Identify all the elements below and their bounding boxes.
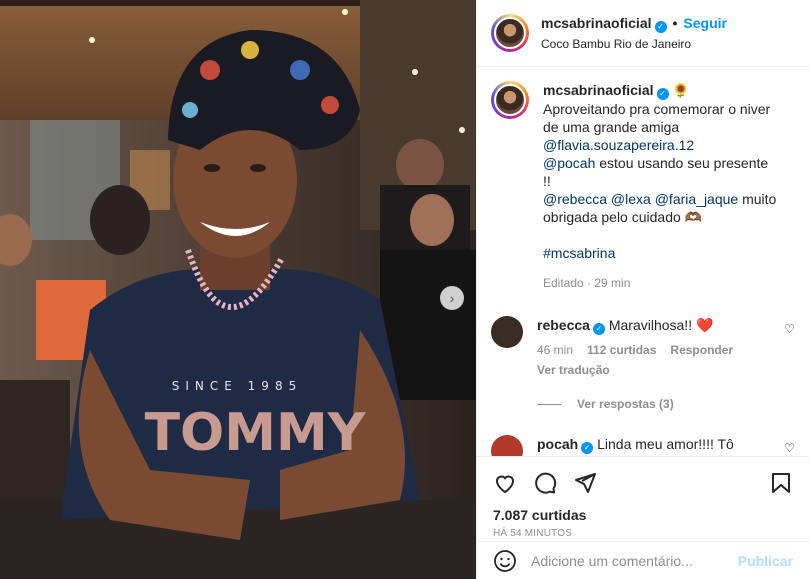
heart-icon[interactable] xyxy=(493,471,517,495)
caption-username[interactable]: mcsabrinaoficial xyxy=(543,82,654,98)
likes-count[interactable]: 7.087 curtidas xyxy=(493,507,793,523)
caption-line: Aproveitando pra comemorar o niver xyxy=(543,101,771,117)
mention-link[interactable]: @flavia.souzapereira.12 xyxy=(543,136,776,154)
author-username[interactable]: mcsabrinaoficial xyxy=(541,15,652,31)
caption-line: !! xyxy=(543,173,551,189)
author-avatar[interactable] xyxy=(491,14,529,52)
comment: rebecca ✓ Maravilhosa!! ❤️ 46 min 112 curt… xyxy=(491,316,795,379)
comment-username[interactable]: rebecca xyxy=(537,317,590,333)
sunflower-emoji: 🌻 xyxy=(672,82,690,98)
verified-badge-icon: ✓ xyxy=(656,88,669,100)
comment-likes[interactable]: 112 curtidas xyxy=(587,343,656,357)
post-time: HÁ 54 MINUTOS xyxy=(493,528,573,539)
comment: pocah ✓ Linda meu amor!!!! Tô ♡ xyxy=(491,435,795,456)
view-replies-label[interactable]: Ver respostas (3) xyxy=(577,397,674,411)
bookmark-icon[interactable] xyxy=(769,471,793,495)
follow-button[interactable]: Seguir xyxy=(683,15,727,31)
mention-link[interactable]: @pocah xyxy=(543,155,595,171)
comment-text: Maravilhosa!! ❤️ xyxy=(608,317,714,333)
photo-image: SINCE 1985 TOMMY xyxy=(0,0,476,579)
post-location[interactable]: Coco Bambu Rio de Janeiro xyxy=(541,37,727,51)
add-comment-bar: Adicione um comentário... Publicar xyxy=(477,541,809,579)
commenter-avatar[interactable] xyxy=(491,316,523,348)
chevron-right-icon: › xyxy=(449,290,455,306)
comment-icon[interactable] xyxy=(533,471,557,495)
mention-link[interactable]: @rebecca xyxy=(543,191,607,207)
comment-like-heart-icon[interactable]: ♡ xyxy=(784,322,795,336)
emoji-icon[interactable] xyxy=(493,549,517,573)
reply-button[interactable]: Responder xyxy=(670,343,733,357)
caption-avatar[interactable] xyxy=(491,81,529,119)
post-dialog: SINCE 1985 TOMMY › mcsabrinaoficial ✓ • Seg… xyxy=(0,0,809,579)
comment-text: Linda meu amor!!!! Tô xyxy=(597,436,734,452)
verified-badge-icon: ✓ xyxy=(592,323,605,335)
view-replies[interactable]: Ver respostas (3) xyxy=(537,397,795,411)
publish-button[interactable]: Publicar xyxy=(738,553,793,569)
next-photo-button[interactable]: › xyxy=(440,286,464,310)
caption-line: estou usando seu presente xyxy=(599,155,769,171)
caption-line: obrigada pelo cuidado 🫶🏾 xyxy=(543,209,703,225)
caption: mcsabrinaoficial ✓ 🌻 Aproveitando pra com… xyxy=(491,81,795,292)
mention-link[interactable]: @lexa xyxy=(611,191,651,207)
svg-text:TOMMY: TOMMY xyxy=(145,403,367,463)
share-icon[interactable] xyxy=(573,471,597,495)
caption-line: muito xyxy=(742,191,777,207)
commenter-avatar[interactable] xyxy=(491,435,523,456)
post-actions: 7.087 curtidas HÁ 54 MINUTOS xyxy=(477,456,809,541)
comment-time: 46 min xyxy=(537,343,574,357)
comment-like-heart-icon[interactable]: ♡ xyxy=(784,441,795,455)
translate-link[interactable]: Ver tradução xyxy=(537,361,795,379)
comment-input[interactable]: Adicione um comentário... xyxy=(531,553,738,569)
caption-line: de uma grande amiga xyxy=(543,119,680,135)
comments-section[interactable]: mcsabrinaoficial ✓ 🌻 Aproveitando pra com… xyxy=(477,67,809,456)
caption-edited: Editado · 29 min xyxy=(543,276,631,290)
verified-badge-icon: ✓ xyxy=(581,442,594,454)
verified-badge-icon: ✓ xyxy=(654,21,667,33)
post-photo: SINCE 1985 TOMMY › xyxy=(0,0,476,579)
mention-link[interactable]: @faria_jaque xyxy=(655,191,739,207)
post-side-panel: mcsabrinaoficial ✓ • Seguir Coco Bambu Rio … xyxy=(476,0,809,579)
svg-text:SINCE 1985: SINCE 1985 xyxy=(172,379,302,393)
comment-username[interactable]: pocah xyxy=(537,436,578,452)
hashtag-link[interactable]: #mcsabrina xyxy=(543,244,776,262)
post-header: mcsabrinaoficial ✓ • Seguir Coco Bambu Rio … xyxy=(477,0,809,67)
separator-dot: • xyxy=(672,15,678,31)
